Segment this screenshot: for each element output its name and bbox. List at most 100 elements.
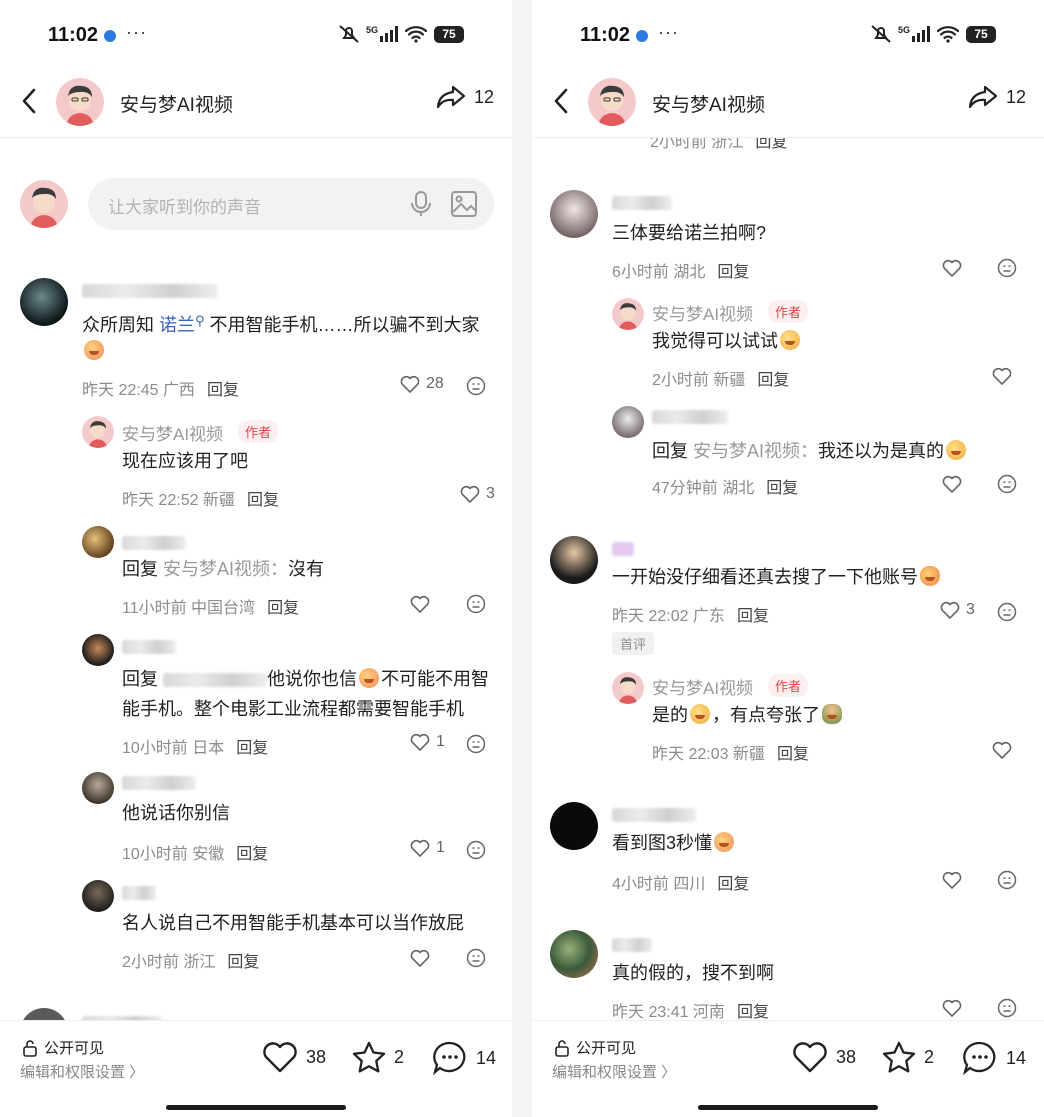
grin-emoji-icon (690, 704, 710, 724)
reply-button[interactable]: 回复 (267, 600, 299, 617)
comment-total-button[interactable]: 14 (432, 1041, 496, 1075)
like-button[interactable]: 1 (410, 839, 445, 857)
commenter-avatar[interactable] (550, 802, 598, 850)
dislike-face-icon[interactable] (997, 474, 1017, 494)
comment-bubble-icon (432, 1041, 466, 1075)
like-button[interactable]: 3 (940, 601, 975, 619)
favorite-button[interactable]: 2 (352, 1041, 404, 1073)
commenter-avatar-partial[interactable] (20, 1008, 68, 1020)
commenter-avatar[interactable] (82, 880, 114, 912)
dislike-face-icon[interactable] (997, 998, 1017, 1018)
comment-item: 看到图3秒懂 4小时前 四川 回复 (532, 800, 1044, 910)
commenter-avatar[interactable] (82, 526, 114, 558)
reply-button[interactable]: 回复 (717, 876, 749, 893)
reply-author-name[interactable]: 安与梦AI视频 (652, 674, 753, 699)
reply-button[interactable]: 回复 (755, 138, 787, 151)
reply-button[interactable]: 回复 (227, 954, 259, 971)
home-indicator[interactable] (698, 1105, 878, 1110)
reply-button[interactable]: 回复 (737, 1004, 769, 1020)
like-button[interactable]: 3 (460, 485, 495, 503)
reply-meta-partial: 2小时前 浙江 回复 (650, 138, 787, 152)
reply-item: 安与梦AI视频 作者 现在应该用了吧 昨天 22:52 新疆 回复 3 (0, 414, 512, 514)
reply-author-name[interactable]: 安与梦AI视频 (652, 300, 753, 325)
comment-count: 14 (1006, 1047, 1027, 1068)
reply-text: 名人说自己不用智能手机基本可以当作放屁 (122, 913, 464, 933)
status-time: 11:02 (48, 24, 99, 46)
comment-item: 真的假的，搜不到啊 昨天 23:41 河南 回复 (532, 930, 1044, 1020)
commenter-name-blurred (612, 196, 672, 210)
crying-emoji-icon (714, 832, 735, 852)
author-avatar[interactable] (588, 78, 636, 126)
heart-icon[interactable] (942, 999, 962, 1017)
like-button[interactable]: 28 (400, 375, 444, 393)
share-button[interactable]: 12 (968, 84, 1026, 110)
reply-button[interactable]: 回复 (247, 492, 279, 509)
image-icon[interactable] (450, 190, 478, 218)
author-avatar[interactable] (56, 78, 104, 126)
like-count: 1 (436, 733, 445, 750)
author-reply-avatar[interactable] (612, 672, 644, 704)
commenter-avatar[interactable] (612, 406, 644, 438)
like-button[interactable]: 1 (410, 733, 445, 751)
dual-screenshot: 11:02 ··· 5G 75 安与梦AI视频 12 让大家听到你的声音 众所周… (0, 0, 1044, 1117)
mention-link[interactable]: 诺兰 (159, 315, 195, 335)
like-count: 28 (426, 375, 444, 392)
author-reply-avatar[interactable] (612, 298, 644, 330)
reply-button[interactable]: 回复 (777, 746, 809, 763)
reply-button[interactable]: 回复 (207, 382, 239, 399)
reply-meta: 昨天 22:03 新疆 回复 (652, 746, 809, 763)
crying-emoji-icon (84, 340, 104, 360)
reply-button[interactable]: 回复 (757, 372, 789, 389)
heart-icon[interactable] (942, 475, 962, 493)
back-icon[interactable] (548, 86, 574, 116)
app-indicator-icon (636, 30, 648, 42)
like-total-button[interactable]: 38 (262, 1041, 326, 1073)
like-total: 38 (836, 1046, 857, 1067)
favorite-button[interactable]: 2 (882, 1041, 934, 1073)
share-button[interactable]: 12 (436, 84, 494, 110)
heart-icon[interactable] (410, 949, 430, 967)
my-avatar (20, 180, 68, 228)
left-screen: 11:02 ··· 5G 75 安与梦AI视频 12 让大家听到你的声音 众所周… (0, 0, 512, 1117)
page-title: 安与梦AI视频 (120, 95, 233, 116)
heart-icon[interactable] (992, 367, 1012, 385)
commenter-avatar[interactable] (20, 278, 68, 326)
reply-meta: 2小时前 新疆 回复 (652, 372, 790, 389)
like-count: 3 (486, 485, 495, 502)
reply-button[interactable]: 回复 (236, 846, 268, 863)
reply-button[interactable]: 回复 (236, 740, 268, 757)
edit-permission-link[interactable]: 编辑和权限设置 〉 (20, 1061, 144, 1082)
dislike-face-icon[interactable] (997, 602, 1017, 622)
reply-button[interactable]: 回复 (766, 480, 798, 497)
edit-permission-link[interactable]: 编辑和权限设置 〉 (552, 1061, 676, 1082)
reply-author-name[interactable]: 安与梦AI视频 (122, 420, 223, 445)
comment-input[interactable]: 让大家听到你的声音 (88, 178, 494, 230)
reply-button[interactable]: 回复 (737, 608, 769, 625)
dislike-face-icon[interactable] (466, 376, 486, 396)
home-indicator[interactable] (166, 1105, 346, 1110)
like-total-button[interactable]: 38 (792, 1041, 856, 1073)
dislike-face-icon[interactable] (997, 258, 1017, 278)
dislike-face-icon[interactable] (466, 948, 486, 968)
reply-button[interactable]: 回复 (717, 264, 749, 281)
back-icon[interactable] (16, 86, 42, 116)
heart-icon (793, 1042, 827, 1073)
commenter-avatar[interactable] (550, 536, 598, 584)
dislike-face-icon[interactable] (466, 840, 486, 860)
dislike-face-icon[interactable] (466, 734, 486, 754)
heart-icon[interactable] (942, 871, 962, 889)
heart-icon[interactable] (410, 595, 430, 613)
reply-text: 是的 ，有点夸张了 (652, 700, 844, 730)
microphone-icon[interactable] (410, 190, 432, 218)
share-count: 12 (473, 86, 494, 107)
commenter-avatar[interactable] (550, 930, 598, 978)
dislike-face-icon[interactable] (466, 594, 486, 614)
commenter-avatar[interactable] (82, 772, 114, 804)
author-reply-avatar[interactable] (82, 416, 114, 448)
heart-icon[interactable] (992, 741, 1012, 759)
heart-icon[interactable] (942, 259, 962, 277)
comment-total-button[interactable]: 14 (962, 1041, 1026, 1075)
dislike-face-icon[interactable] (997, 870, 1017, 890)
commenter-avatar[interactable] (550, 190, 598, 238)
commenter-avatar[interactable] (82, 634, 114, 666)
